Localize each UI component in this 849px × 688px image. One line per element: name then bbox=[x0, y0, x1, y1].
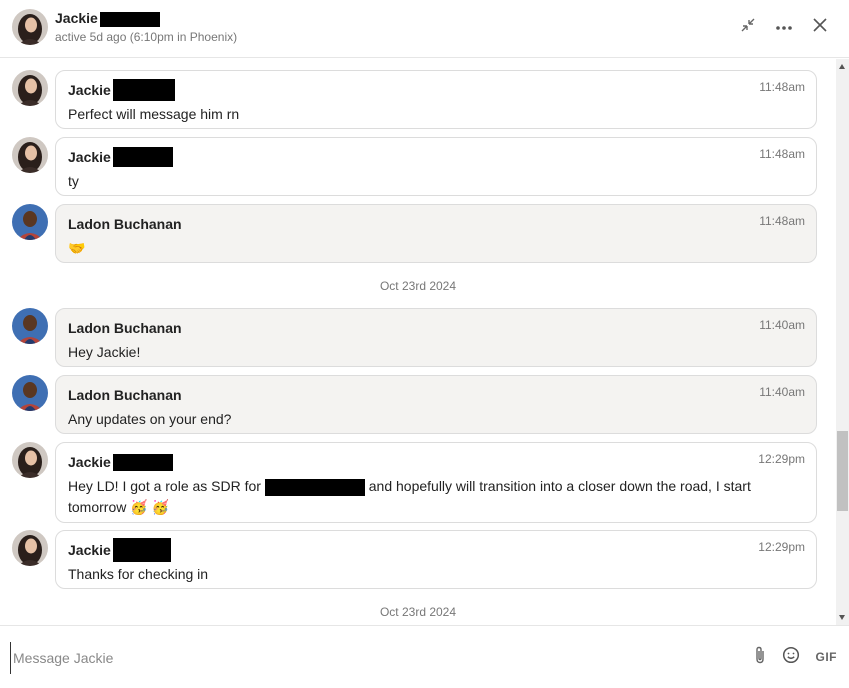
redaction-bar bbox=[112, 147, 173, 167]
feed-scrollbar[interactable] bbox=[836, 59, 849, 625]
message-time: 11:48am bbox=[759, 80, 805, 94]
message-sender[interactable]: Jackie bbox=[68, 538, 804, 562]
message-text: Hey LD! I got a role as SDR for and hope… bbox=[68, 478, 751, 515]
close-icon bbox=[813, 17, 827, 37]
redaction-bar bbox=[112, 453, 173, 471]
message-text: Hey Jackie! bbox=[68, 344, 141, 360]
message-sender[interactable]: Jackie bbox=[68, 79, 804, 101]
minimize-button[interactable] bbox=[737, 14, 759, 40]
scroll-thumb[interactable] bbox=[837, 431, 848, 511]
jackie-avatar[interactable] bbox=[12, 442, 48, 478]
more-options-button[interactable] bbox=[773, 14, 795, 40]
message-bubble: Ladon Buchanan 11:48am 🤝 bbox=[55, 204, 817, 263]
contact-status: active 5d ago (6:10pm in Phoenix) bbox=[55, 30, 238, 44]
jackie-avatar[interactable] bbox=[12, 137, 48, 173]
message-time: 11:40am bbox=[759, 385, 805, 399]
emoji-button[interactable] bbox=[782, 646, 800, 668]
redaction-bar bbox=[264, 478, 365, 496]
message-bubble: Ladon Buchanan 11:40am Any updates on yo… bbox=[55, 375, 817, 434]
emoji-icon bbox=[782, 646, 800, 669]
ladon-avatar[interactable] bbox=[12, 308, 48, 344]
message-time: 12:29pm bbox=[758, 452, 805, 466]
message-text: 🤝 bbox=[68, 240, 86, 256]
message-bubble: Jackie 12:29pm Thanks for checking in bbox=[55, 530, 817, 589]
message-composer: GIF bbox=[0, 625, 849, 688]
message-text: Perfect will message him rn bbox=[68, 106, 240, 122]
jackie-avatar[interactable] bbox=[12, 70, 48, 106]
message-feed[interactable]: Jackie 11:48am Perfect will message him … bbox=[0, 59, 836, 625]
jackie-avatar[interactable] bbox=[12, 9, 48, 45]
gif-button[interactable]: GIF bbox=[816, 646, 838, 668]
message-input[interactable] bbox=[10, 642, 695, 674]
message-sender[interactable]: Ladon Buchanan bbox=[68, 319, 804, 337]
message-time: 11:40am bbox=[759, 318, 805, 332]
message-sender[interactable]: Ladon Buchanan bbox=[68, 215, 804, 233]
message-bubble: Ladon Buchanan 11:40am Hey Jackie! bbox=[55, 308, 817, 367]
date-separator: Oct 23rd 2024 bbox=[379, 279, 457, 293]
message-text: ty bbox=[68, 173, 79, 189]
chat-header: Jackie active 5d ago (6:10pm in Phoenix) bbox=[0, 0, 849, 58]
redaction-bar bbox=[99, 11, 160, 27]
contact-name-text: Jackie bbox=[55, 10, 98, 26]
message-time: 11:48am bbox=[759, 147, 805, 161]
ladon-avatar[interactable] bbox=[12, 204, 48, 240]
more-horizontal-icon bbox=[775, 18, 793, 36]
message-bubble: Jackie 12:29pm Hey LD! I got a role as S… bbox=[55, 442, 817, 523]
ladon-avatar[interactable] bbox=[12, 375, 48, 411]
message-sender[interactable]: Ladon Buchanan bbox=[68, 386, 804, 404]
message-time: 12:29pm bbox=[758, 540, 805, 554]
paperclip-icon bbox=[754, 646, 766, 669]
contact-name[interactable]: Jackie bbox=[55, 10, 160, 27]
scroll-down-arrow-icon[interactable] bbox=[839, 615, 845, 620]
message-time: 11:48am bbox=[759, 214, 805, 228]
jackie-avatar[interactable] bbox=[12, 530, 48, 566]
message-text: Any updates on your end? bbox=[68, 411, 232, 427]
close-button[interactable] bbox=[809, 14, 831, 40]
scroll-up-arrow-icon[interactable] bbox=[839, 64, 845, 69]
message-sender[interactable]: Jackie bbox=[68, 453, 804, 471]
redaction-bar bbox=[112, 538, 171, 562]
attach-button[interactable] bbox=[754, 646, 766, 668]
collapse-arrows-icon bbox=[740, 17, 756, 38]
message-bubble: Jackie 11:48am ty bbox=[55, 137, 817, 196]
date-separator: Oct 23rd 2024 bbox=[379, 605, 457, 619]
message-sender[interactable]: Jackie bbox=[68, 147, 804, 167]
redaction-bar bbox=[112, 79, 175, 101]
message-bubble: Jackie 11:48am Perfect will message him … bbox=[55, 70, 817, 129]
message-text: Thanks for checking in bbox=[68, 566, 209, 582]
